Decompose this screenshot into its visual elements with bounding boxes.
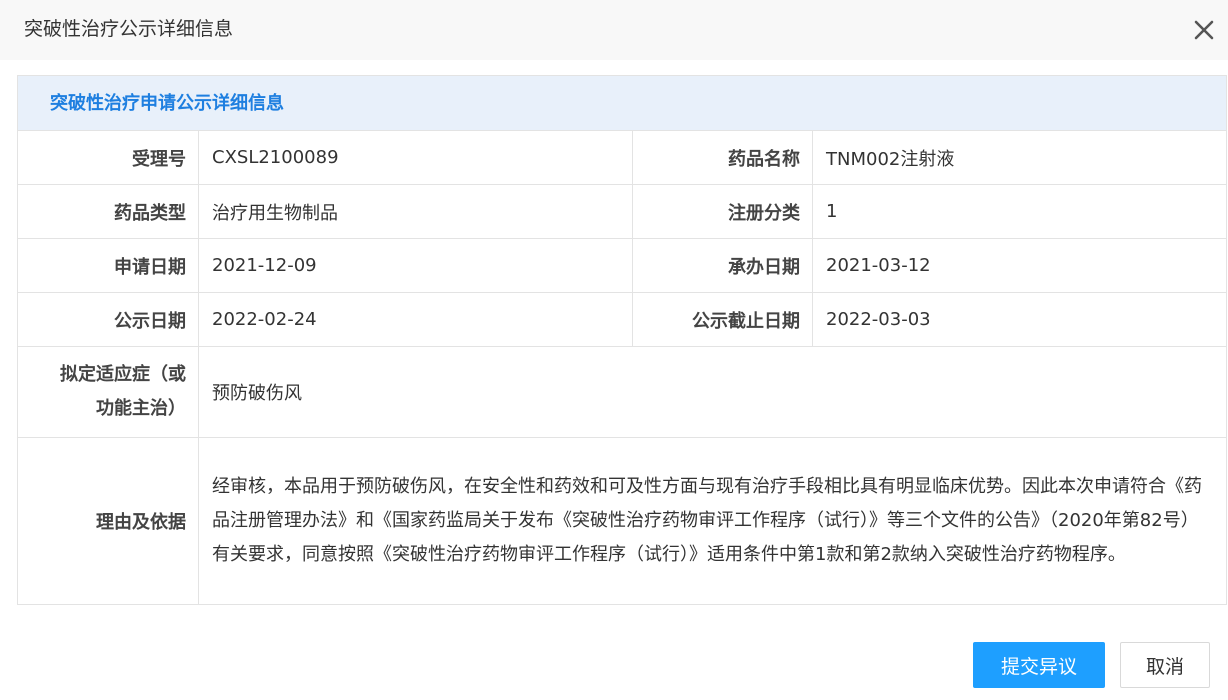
- acceptance-no-label: 受理号: [18, 131, 199, 184]
- drug-name-value: TNM002注射液: [826, 148, 955, 170]
- detail-table: 突破性治疗申请公示详细信息 受理号 CXSL2100089 药品名称 TNM00…: [17, 75, 1227, 605]
- indication-value: 预防破伤风: [212, 383, 302, 404]
- table-row: 药品类型 治疗用生物制品 注册分类 1: [18, 185, 1226, 239]
- table-row: 拟定适应症（或 功能主治） 预防破伤风: [18, 347, 1226, 438]
- publicity-deadline-label: 公示截止日期: [633, 293, 813, 346]
- section-title: 突破性治疗申请公示详细信息: [50, 93, 284, 114]
- cancel-button[interactable]: 取消: [1120, 642, 1210, 688]
- table-row: 受理号 CXSL2100089 药品名称 TNM002注射液: [18, 131, 1226, 185]
- submit-objection-button[interactable]: 提交异议: [973, 642, 1105, 688]
- drug-name-label: 药品名称: [633, 131, 813, 184]
- drug-type-label: 药品类型: [18, 185, 199, 238]
- publicity-date-label: 公示日期: [18, 293, 199, 346]
- section-header: 突破性治疗申请公示详细信息: [18, 76, 1226, 131]
- registration-class-label: 注册分类: [633, 185, 813, 238]
- drug-type-value: 治疗用生物制品: [199, 185, 633, 238]
- indication-label-line1: 拟定适应症（或: [60, 364, 186, 385]
- handling-date-value: 2021-03-12: [826, 255, 931, 276]
- handling-date-label: 承办日期: [633, 239, 813, 292]
- registration-class-value: 1: [826, 201, 838, 222]
- dialog-header: 突破性治疗公示详细信息: [0, 0, 1228, 60]
- dialog-title: 突破性治疗公示详细信息: [24, 18, 234, 40]
- application-date-value: 2021-12-09: [199, 239, 633, 292]
- application-date-label: 申请日期: [18, 239, 199, 292]
- publicity-deadline-value: 2022-03-03: [826, 309, 931, 330]
- close-icon: [1194, 20, 1214, 40]
- reason-value: 经审核，本品用于预防破伤风，在安全性和药效和可及性方面与现有治疗手段相比具有明显…: [212, 476, 1202, 565]
- reason-label: 理由及依据: [18, 438, 199, 604]
- publicity-date-value: 2022-02-24: [199, 293, 633, 346]
- table-row: 申请日期 2021-12-09 承办日期 2021-03-12: [18, 239, 1226, 293]
- table-row: 理由及依据 经审核，本品用于预防破伤风，在安全性和药效和可及性方面与现有治疗手段…: [18, 438, 1226, 604]
- acceptance-no-value: CXSL2100089: [199, 131, 633, 184]
- indication-label: 拟定适应症（或 功能主治）: [18, 347, 199, 437]
- close-button[interactable]: [1188, 14, 1220, 46]
- detail-dialog: 突破性治疗公示详细信息 突破性治疗申请公示详细信息 受理号 CXSL210008…: [0, 0, 1228, 700]
- indication-label-line2: 功能主治）: [96, 398, 186, 419]
- table-row: 公示日期 2022-02-24 公示截止日期 2022-03-03: [18, 293, 1226, 347]
